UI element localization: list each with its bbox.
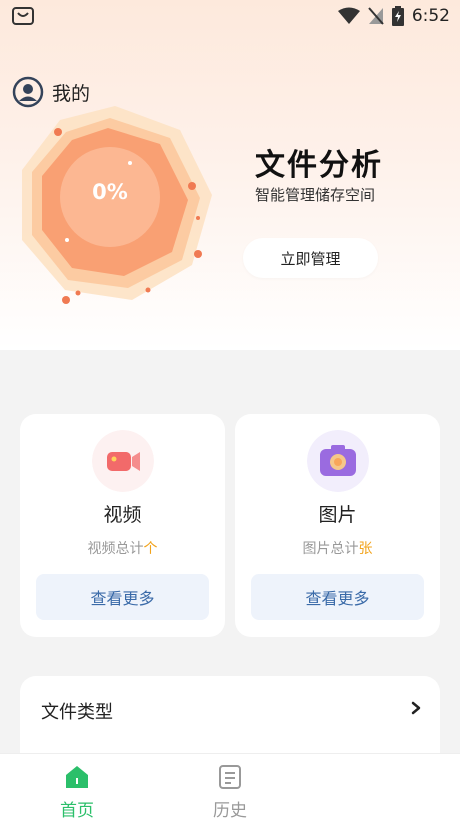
- manage-now-button[interactable]: 立即管理: [243, 238, 378, 278]
- battery-icon: [391, 6, 404, 26]
- video-count-prefix: 视频总计: [87, 541, 144, 557]
- image-card[interactable]: 图片 图片总计张 查看更多: [235, 414, 440, 637]
- status-time: 6:52: [411, 6, 450, 26]
- image-count-prefix: 图片总计: [302, 541, 359, 557]
- image-count-unit: 张: [358, 541, 373, 557]
- storage-percent: 0%: [92, 180, 128, 204]
- video-camera-icon: [92, 430, 154, 492]
- video-count-unit: 个: [143, 541, 158, 557]
- status-bar: 6:52: [0, 0, 460, 34]
- status-icons: 6:52: [337, 4, 450, 28]
- no-signal-icon: [368, 7, 384, 25]
- camera-icon: [307, 430, 369, 492]
- image-count: 图片总计张: [235, 538, 440, 558]
- video-count: 视频总计个: [20, 538, 225, 558]
- bottom-tab-bar: 首页 历史: [0, 753, 460, 819]
- image-card-title: 图片: [318, 504, 357, 526]
- history-icon: [219, 765, 241, 789]
- file-types-title: 文件类型: [41, 702, 113, 723]
- image-view-more-button[interactable]: 查看更多: [251, 574, 424, 620]
- app-notification-icon: [12, 7, 34, 25]
- home-icon: [66, 766, 88, 788]
- tab-history-label: 历史: [213, 801, 247, 819]
- chevron-right-icon: [411, 701, 421, 715]
- wifi-icon: [337, 7, 360, 24]
- tab-home-label: 首页: [60, 801, 94, 819]
- storage-gauge: [22, 106, 212, 304]
- tab-home[interactable]: 首页: [37, 754, 117, 819]
- page-title: 文件分析: [255, 148, 383, 183]
- video-card[interactable]: 视频 视频总计个 查看更多: [20, 414, 225, 637]
- page-subtitle: 智能管理储存空间: [255, 186, 376, 204]
- tab-history[interactable]: 历史: [190, 754, 270, 819]
- video-card-title: 视频: [103, 504, 142, 526]
- video-view-more-button[interactable]: 查看更多: [36, 574, 209, 620]
